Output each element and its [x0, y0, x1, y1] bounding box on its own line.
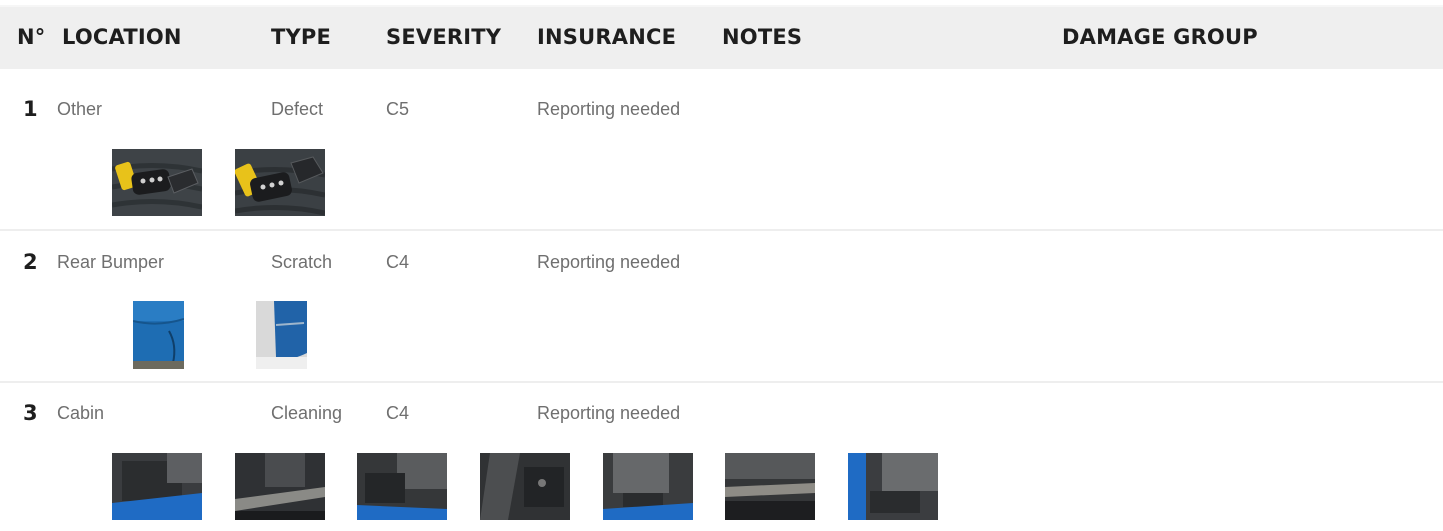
damage-photo-thumbnail[interactable]: [725, 453, 815, 520]
row-divider: [0, 229, 1443, 231]
header-severity: SEVERITY: [386, 25, 502, 49]
damage-photo-thumbnail[interactable]: [112, 149, 202, 216]
row-severity: C4: [386, 252, 410, 272]
cabin-floor-photo: [848, 453, 938, 520]
damage-photo-thumbnail[interactable]: [603, 453, 693, 520]
cabin-floor-photo: [725, 453, 815, 520]
blue-bumper-photo: [133, 301, 184, 369]
header-insurance: INSURANCE: [537, 25, 677, 49]
header-damage-group: DAMAGE GROUP: [1062, 25, 1258, 49]
row-location: Rear Bumper: [57, 252, 165, 272]
cabin-floor-photo: [357, 453, 447, 520]
damage-photo-thumbnail[interactable]: [480, 453, 570, 520]
row-divider: [0, 381, 1443, 383]
damage-photo-thumbnail[interactable]: [112, 453, 202, 520]
blue-bumper-badge-photo: [256, 301, 307, 369]
row-number: 1: [23, 97, 38, 121]
row-type: Scratch: [271, 252, 333, 272]
row-severity: C5: [386, 99, 410, 119]
damage-photo-thumbnail[interactable]: [133, 301, 184, 369]
row-insurance: Reporting needed: [537, 403, 681, 423]
row-number: 3: [23, 401, 38, 425]
row-number: 2: [23, 250, 38, 274]
damage-photo-thumbnail[interactable]: [357, 453, 447, 520]
table-header: N° LOCATION TYPE SEVERITY INSURANCE NOTE…: [0, 5, 1443, 69]
header-location: LOCATION: [62, 25, 182, 49]
damage-photo-thumbnail[interactable]: [235, 149, 325, 216]
damage-photo-thumbnail[interactable]: [235, 453, 325, 520]
header-notes: NOTES: [722, 25, 803, 49]
key-fob-photo: [112, 149, 202, 216]
cabin-floor-photo: [603, 453, 693, 520]
cabin-floor-photo: [235, 453, 325, 520]
row-location: Cabin: [57, 403, 105, 423]
header-number: N°: [17, 25, 46, 49]
cabin-floor-photo: [480, 453, 570, 520]
key-fob-photo: [235, 149, 325, 216]
row-insurance: Reporting needed: [537, 99, 681, 119]
row-insurance: Reporting needed: [537, 252, 681, 272]
cabin-floor-photo: [112, 453, 202, 520]
row-type: Cleaning: [271, 403, 343, 423]
damage-photo-thumbnail[interactable]: [256, 301, 307, 369]
damage-photo-thumbnail[interactable]: [848, 453, 938, 520]
row-severity: C4: [386, 403, 410, 423]
row-type: Defect: [271, 99, 324, 119]
header-type: TYPE: [271, 25, 332, 49]
row-location: Other: [57, 99, 103, 119]
